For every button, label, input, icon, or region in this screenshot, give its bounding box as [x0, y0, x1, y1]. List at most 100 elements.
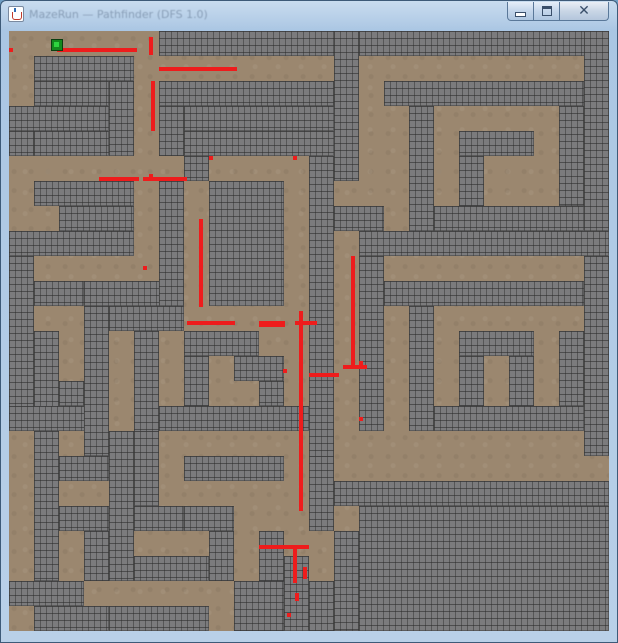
- maze-wall: [459, 131, 534, 156]
- maze-wall: [34, 181, 134, 206]
- maze-wall: [34, 431, 59, 581]
- title-bar[interactable]: MazeRun — Pathfinder (DFS 1.0) ✕: [1, 1, 617, 30]
- maze-wall: [34, 281, 84, 306]
- path-marker: [299, 311, 303, 361]
- maze-wall: [384, 281, 584, 306]
- path-marker: [99, 177, 139, 181]
- maze-wall: [459, 356, 484, 406]
- maze-wall: [34, 81, 109, 106]
- maze-wall: [34, 131, 109, 156]
- maze-wall: [59, 206, 134, 231]
- path-marker: [187, 321, 235, 325]
- path-marker: [303, 567, 307, 579]
- maze-wall: [359, 231, 609, 256]
- maze-wall: [84, 306, 109, 456]
- maze-wall: [34, 606, 109, 631]
- maze-wall: [59, 456, 109, 481]
- path-marker: [209, 156, 213, 160]
- path-marker: [299, 361, 303, 511]
- close-icon: ✕: [578, 3, 590, 19]
- maze-wall: [109, 306, 184, 331]
- maze-wall: [509, 356, 534, 406]
- maze-wall: [59, 506, 109, 531]
- maze-wall: [59, 381, 84, 406]
- path-marker: [199, 219, 203, 307]
- maze-wall: [334, 531, 359, 631]
- path-marker: [287, 613, 291, 617]
- maze-wall: [184, 156, 209, 181]
- path-marker: [143, 266, 147, 270]
- maze-wall: [409, 306, 434, 431]
- path-marker: [151, 81, 155, 131]
- maze-wall: [334, 481, 609, 506]
- maze-wall: [84, 531, 109, 581]
- maze-wall: [359, 31, 609, 56]
- maze-wall: [234, 356, 284, 381]
- path-marker: [283, 369, 287, 373]
- maze-wall: [159, 181, 184, 306]
- maze-wall: [334, 206, 384, 231]
- maze-wall: [359, 506, 609, 631]
- path-marker: [359, 361, 363, 369]
- maximize-icon: [541, 6, 552, 16]
- maze-wall: [9, 256, 34, 431]
- maze-wall: [109, 431, 134, 581]
- path-marker: [159, 67, 237, 71]
- window-title: MazeRun — Pathfinder (DFS 1.0): [29, 8, 208, 21]
- maze-wall: [159, 106, 184, 156]
- path-marker: [57, 48, 137, 52]
- path-marker: [293, 156, 297, 160]
- maze-wall: [434, 406, 584, 431]
- close-button[interactable]: ✕: [559, 2, 609, 21]
- path-marker: [259, 545, 289, 549]
- maze-wall: [109, 606, 209, 631]
- maze-wall: [459, 156, 484, 206]
- minimize-icon: [515, 11, 526, 17]
- maze-wall: [584, 256, 609, 456]
- maze-wall: [134, 506, 184, 531]
- path-marker: [309, 373, 339, 377]
- maze-wall: [184, 356, 209, 406]
- path-marker: [295, 321, 317, 325]
- maze-wall: [384, 81, 584, 106]
- maze-wall: [9, 581, 84, 606]
- maze-board[interactable]: [9, 31, 609, 631]
- path-marker: [343, 365, 367, 369]
- maze-wall: [184, 106, 334, 131]
- maximize-button[interactable]: [533, 2, 560, 21]
- maze-wall: [559, 331, 584, 406]
- maze-wall: [309, 156, 334, 506]
- maze-wall: [434, 206, 584, 231]
- java-app-icon[interactable]: [8, 6, 24, 22]
- maze-wall: [109, 81, 134, 156]
- maze-wall: [134, 556, 209, 581]
- app-window: MazeRun — Pathfinder (DFS 1.0) ✕: [0, 0, 618, 643]
- path-marker: [293, 547, 297, 583]
- path-marker: [287, 545, 309, 549]
- maze-wall: [459, 331, 534, 356]
- maze-wall: [184, 506, 234, 531]
- path-marker: [295, 593, 299, 601]
- maze-wall: [134, 431, 159, 506]
- maze-wall: [159, 406, 309, 431]
- maze-wall: [184, 331, 259, 356]
- path-marker: [351, 256, 355, 366]
- maze-wall: [159, 81, 334, 106]
- maze-wall: [34, 56, 134, 81]
- minimize-button[interactable]: [507, 2, 534, 21]
- maze-wall: [209, 181, 284, 306]
- path-marker: [9, 48, 13, 52]
- player-token[interactable]: [51, 39, 63, 51]
- maze-wall: [184, 131, 334, 156]
- path-marker: [359, 417, 363, 421]
- maze-wall: [259, 531, 284, 581]
- path-marker: [149, 174, 153, 178]
- path-marker: [259, 321, 285, 327]
- maze-wall: [9, 231, 134, 256]
- maze-wall: [259, 381, 284, 406]
- maze-wall: [234, 581, 284, 631]
- maze-wall: [209, 531, 234, 581]
- maze-wall: [559, 106, 584, 206]
- maze-wall: [9, 131, 34, 156]
- maze-wall: [334, 31, 359, 181]
